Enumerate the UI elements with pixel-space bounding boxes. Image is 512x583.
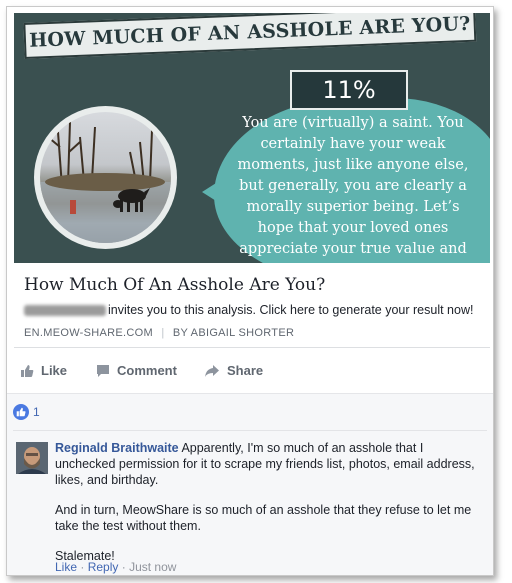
redacted-name [24,305,106,317]
score-percent: 11% [290,70,408,110]
comment-like-link[interactable]: Like [55,560,77,574]
comment-reply-link[interactable]: Reply [88,560,119,574]
link-card-info[interactable]: How Much Of An Asshole Are You? invites … [14,263,490,348]
meta-separator: | [161,327,165,339]
comment-label: Comment [117,363,177,378]
share-button[interactable]: Share [204,363,263,378]
link-domain: EN.MEOW-SHARE.COM [24,327,153,339]
link-description: invites you to this analysis. Click here… [24,303,473,317]
like-button[interactable]: Like [20,363,67,378]
thumbs-up-icon [13,404,29,420]
post-actions: Like Comment Share [14,357,490,387]
dot-separator: · [121,560,126,574]
link-meta: EN.MEOW-SHARE.COM | BY ABIGAIL SHORTER [24,327,294,339]
comment-author[interactable]: Reginald Braithwaite [55,441,179,455]
dot-separator: · [80,560,85,574]
verdict-text: You are (virtually) a saint. You certain… [237,115,469,263]
link-byline: BY ABIGAIL SHORTER [172,327,295,339]
reaction-summary[interactable]: 1 [13,404,40,420]
comment-timestamp[interactable]: Just now [129,560,176,574]
thumbs-up-icon [21,364,34,377]
comments-section: 1 Reginald Braithwaite Apparently, I'm s… [7,393,493,575]
avatar[interactable] [16,442,48,474]
share-icon [205,364,219,377]
comment-actions: Like · Reply · Just now [55,560,176,574]
like-label: Like [41,363,68,378]
link-description-text: invites you to this analysis. Click here… [108,303,474,317]
banner-title: HOW MUCH OF AN ASSHOLE ARE YOU? [23,13,477,59]
comment-button[interactable]: Comment [96,363,177,378]
dog-photo [40,112,171,243]
facebook-post: HOW MUCH OF AN ASSHOLE ARE YOU? 11% You … [6,6,494,576]
link-title[interactable]: How Much Of An Asshole Are You? [24,275,325,295]
verdict-bubble-tail [202,178,224,206]
quiz-result-banner[interactable]: HOW MUCH OF AN ASSHOLE ARE YOU? 11% You … [14,13,490,263]
comment-body: Reginald Braithwaite Apparently, I'm so … [55,440,485,575]
comment-icon [97,364,109,377]
reaction-count: 1 [33,405,40,419]
divider [13,430,487,431]
comment-text-2: And in turn, MeowShare is so much of an … [55,503,472,533]
share-label: Share [227,363,264,378]
